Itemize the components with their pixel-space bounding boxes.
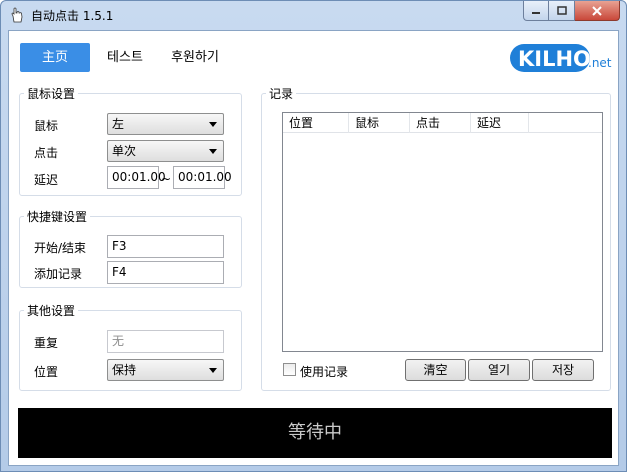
mouse-button-select[interactable]: 左	[107, 113, 224, 135]
dropdown-arrow-icon	[209, 149, 217, 154]
use-record-checkbox[interactable]	[283, 363, 296, 376]
mouse-button-label: 鼠标	[34, 119, 59, 133]
svg-text:KILHO: KILHO	[518, 47, 591, 71]
status-bar: 等待中	[18, 408, 612, 458]
click-type-label: 点击	[34, 146, 59, 160]
delay-label: 延迟	[34, 173, 59, 187]
maximize-button[interactable]	[549, 1, 575, 21]
column-click[interactable]: 点击	[410, 113, 471, 133]
hand-pointer-icon	[11, 7, 23, 23]
record-list-header: 位置 鼠标 点击 延迟	[283, 113, 602, 133]
hotkey-settings-legend: 快捷键设置	[27, 210, 88, 224]
close-icon	[592, 5, 602, 16]
position-label: 位置	[34, 365, 59, 379]
position-value: 保持	[112, 363, 137, 377]
maximize-icon	[556, 5, 567, 15]
mouse-button-value: 左	[112, 117, 125, 131]
clear-button[interactable]: 清空	[405, 359, 466, 381]
click-type-value: 单次	[112, 144, 137, 158]
app-window: 自动点击 1.5.1 主页 테스트 후원하기 KILHO .net 鼠标设置 鼠…	[0, 0, 627, 472]
svg-text:.net: .net	[588, 56, 612, 70]
save-button[interactable]: 저장	[532, 359, 594, 381]
use-record-label[interactable]: 使用记录	[300, 363, 348, 380]
dropdown-arrow-icon	[209, 122, 217, 127]
click-type-select[interactable]: 单次	[107, 140, 224, 162]
other-settings-legend: 其他设置	[27, 304, 76, 318]
tab-home[interactable]: 主页	[20, 43, 90, 72]
delay-from-input[interactable]: 00:01.00	[107, 166, 166, 189]
window-title: 自动点击 1.5.1	[31, 9, 114, 23]
column-mouse[interactable]: 鼠标	[349, 113, 410, 133]
repeat-label: 重复	[34, 336, 59, 350]
close-button[interactable]	[575, 1, 620, 21]
position-select[interactable]: 保持	[107, 359, 224, 381]
mouse-settings-legend: 鼠标设置	[27, 87, 76, 101]
add-record-label: 添加记录	[34, 267, 83, 281]
delay-separator: ~	[161, 172, 172, 186]
delay-to-input[interactable]: 00:01.00	[173, 166, 232, 189]
add-record-hotkey-input[interactable]: F4	[107, 261, 224, 284]
kilho-logo: KILHO .net	[510, 44, 612, 72]
record-list[interactable]: 位置 鼠标 点击 延迟	[282, 112, 603, 352]
dropdown-arrow-icon	[209, 368, 217, 373]
repeat-input[interactable]: 无	[107, 330, 224, 353]
tab-donate[interactable]: 후원하기	[163, 43, 227, 72]
minimize-button[interactable]	[523, 1, 549, 21]
record-legend: 记录	[269, 87, 294, 101]
column-delay[interactable]: 延迟	[471, 113, 529, 133]
start-stop-hotkey-input[interactable]: F3	[107, 235, 224, 258]
column-position[interactable]: 位置	[283, 113, 349, 133]
start-stop-label: 开始/结束	[34, 241, 87, 255]
caption-buttons	[523, 1, 620, 21]
client-area: 主页 테스트 후원하기 KILHO .net 鼠标设置 鼠标 左 点击 单次 延…	[8, 30, 619, 466]
title-bar: 自动点击 1.5.1	[1, 1, 626, 29]
open-button[interactable]: 열기	[468, 359, 530, 381]
tab-test[interactable]: 테스트	[101, 43, 149, 72]
minimize-icon	[532, 11, 540, 14]
